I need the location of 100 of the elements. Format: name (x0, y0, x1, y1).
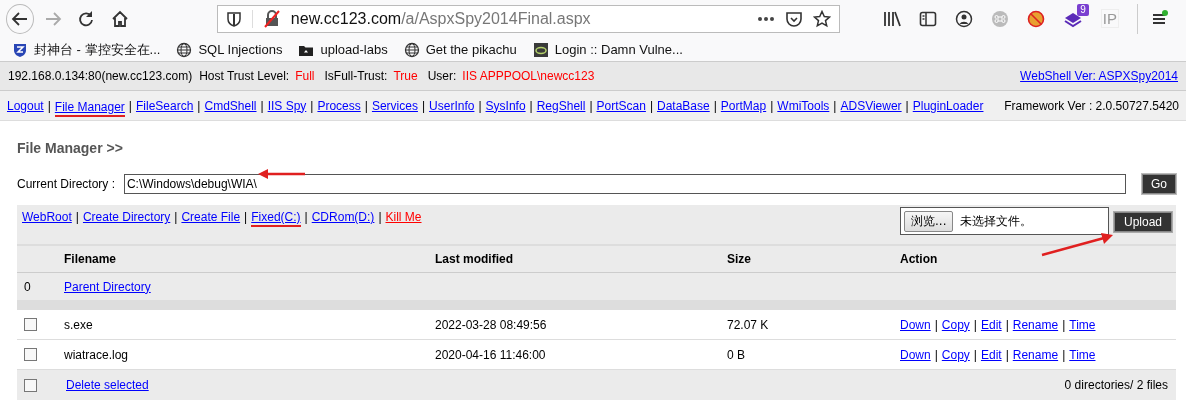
nav-link[interactable]: DataBase (657, 98, 710, 113)
bookmark[interactable]: 封神台 - 掌控安全在... (12, 40, 161, 59)
directory-label: Current Directory : (17, 177, 117, 191)
bookmark[interactable]: SQL Injections (176, 41, 283, 58)
user-value: IIS APPPOOL\newcc123 (462, 69, 595, 83)
address-bar[interactable]: new.cc123.com/a/AspxSpy2014Final.aspx (216, 4, 840, 33)
globe-icon (403, 41, 420, 58)
trust-value: Full (295, 69, 315, 83)
file-picker[interactable]: 浏览... 未选择文件。 (900, 207, 1109, 235)
file-name: wiatrace.log (64, 347, 130, 362)
separator: | (973, 347, 977, 362)
nav-link[interactable]: SysInfo (485, 98, 526, 113)
version-link[interactable]: WebShell Ver: ASPXSpy2014 (1020, 69, 1178, 83)
nav-link[interactable]: PortMap (720, 98, 767, 113)
action-link[interactable]: WebRoot (22, 210, 72, 224)
separator: | (364, 98, 368, 113)
nav-link[interactable]: CmdShell (204, 98, 257, 113)
file-action-link[interactable]: Copy (941, 317, 970, 332)
nav-link[interactable]: FileSearch (136, 98, 194, 113)
nav-link[interactable]: Logout (7, 98, 44, 113)
separator: | (1062, 317, 1066, 332)
bookmark[interactable]: Get the pikachu (403, 41, 517, 58)
sidebar-icon[interactable] (918, 9, 937, 28)
file-action-link[interactable]: Rename (1012, 317, 1059, 332)
nav-link[interactable]: File Manager (54, 99, 125, 117)
action-link[interactable]: CDRom(D:) (311, 210, 375, 224)
library-icon[interactable] (882, 9, 901, 28)
file-action-link[interactable]: Rename (1012, 347, 1059, 362)
separator: | (310, 98, 314, 113)
file-action-link[interactable]: Copy (941, 347, 970, 362)
separator: | (1005, 347, 1009, 362)
delete-selected-link[interactable]: Delete selected (66, 378, 149, 392)
parent-directory-link[interactable]: Parent Directory (64, 279, 151, 294)
separator: | (478, 98, 482, 113)
nav-link[interactable]: RegShell (536, 98, 586, 113)
nav-link[interactable]: Services (371, 98, 418, 113)
separator: | (713, 98, 717, 113)
account-icon[interactable] (954, 9, 973, 28)
globe-icon (176, 41, 193, 58)
separator: | (770, 98, 774, 113)
action-link[interactable]: Create Directory (82, 210, 171, 224)
separator: | (128, 98, 132, 113)
logo-icon (532, 41, 549, 58)
nav-link[interactable]: UserInfo (429, 98, 475, 113)
separator: | (174, 210, 178, 224)
bookmark[interactable]: upload-labs (298, 41, 388, 58)
star-icon[interactable] (812, 9, 831, 28)
nav-link[interactable]: PortScan (596, 98, 646, 113)
go-button[interactable]: Go (1142, 174, 1176, 194)
file-name: s.exe (64, 317, 94, 332)
action-link[interactable]: Fixed(C:) (251, 210, 301, 227)
nav-link[interactable]: IIS Spy (267, 98, 307, 113)
file-action-link[interactable]: Down (900, 317, 931, 332)
forward-arrow-icon (43, 9, 62, 28)
separator: | (197, 98, 201, 113)
back-arrow-icon (10, 9, 29, 28)
separator: | (934, 347, 938, 362)
column-header: Filename (64, 252, 118, 266)
column-header: Action (900, 252, 939, 266)
nav-link[interactable]: PluginLoader (912, 98, 984, 113)
separator: | (75, 210, 79, 224)
summary-text: 0 directories/ 2 files (1064, 378, 1168, 392)
host-address: 192.168.0.134:80(new.cc123.com) (8, 69, 193, 83)
trust-label: Host Trust Level: (199, 69, 290, 83)
file-action-link[interactable]: Edit (980, 347, 1002, 362)
directory-field[interactable]: C:\Windows\debug\WIA\ (123, 174, 1127, 194)
file-action-link[interactable]: Edit (980, 317, 1002, 332)
separator: | (934, 317, 938, 332)
file-action-link[interactable]: Time (1069, 317, 1096, 332)
separator: | (421, 98, 426, 113)
column-header: Last modified (435, 252, 514, 266)
separator: | (378, 210, 382, 224)
upload-button[interactable]: Upload (1114, 212, 1172, 232)
file-action-link[interactable]: Down (900, 347, 931, 362)
framework-version: Framework Ver : 2.0.50727.5420 (1004, 98, 1179, 113)
browse-button[interactable]: 浏览... (904, 210, 954, 232)
section-title: File Manager >> (17, 139, 124, 157)
modified-date: 2020-04-16 11:46:00 (435, 347, 547, 362)
separator: | (529, 98, 533, 113)
action-link[interactable]: Create File (181, 210, 241, 224)
reload-icon (77, 9, 96, 28)
file-size: 72.07 K (727, 317, 770, 332)
pocket-icon[interactable] (784, 9, 803, 28)
file-status: 未选择文件。 (960, 212, 1033, 230)
blocked-extension-icon[interactable] (1026, 9, 1045, 28)
checkbox[interactable] (24, 378, 37, 392)
nav-link[interactable]: Process (317, 98, 361, 113)
home-icon (111, 9, 130, 28)
file-action-link[interactable]: Time (1069, 347, 1096, 362)
more-dots-icon[interactable] (756, 15, 775, 22)
shield-icon (12, 41, 28, 58)
separator: | (905, 98, 909, 113)
checkbox[interactable] (24, 318, 37, 331)
checkbox[interactable] (24, 348, 37, 361)
nav-link[interactable]: WmiTools (777, 98, 830, 113)
separator: | (833, 98, 837, 113)
bookmark[interactable]: Login :: Damn Vulne... (532, 41, 683, 58)
nav-link[interactable]: ADSViewer (840, 98, 902, 113)
url-text: new.cc123.com/a/AspxSpy2014Final.aspx (290, 9, 592, 28)
full-trust-label: IsFull-Trust: (324, 69, 388, 83)
